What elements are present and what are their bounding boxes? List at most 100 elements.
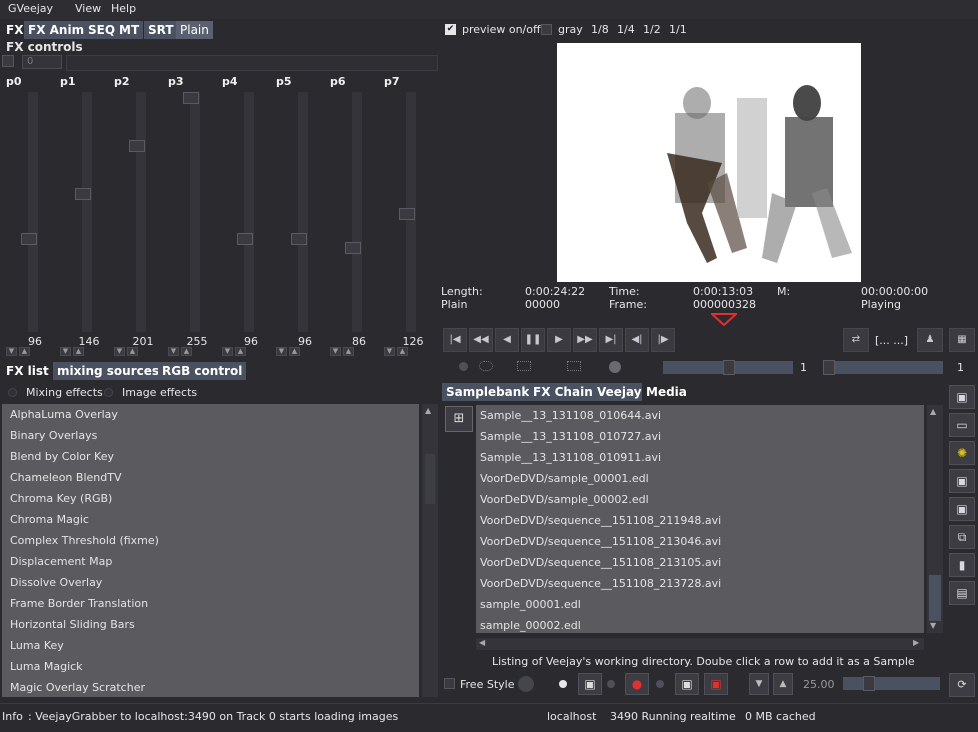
menu-help[interactable]: Help xyxy=(111,2,136,15)
refresh-icon[interactable]: ⟳ xyxy=(949,673,975,697)
fx-list-item[interactable]: Chroma Key (RGB) xyxy=(10,492,112,505)
fx-list-item[interactable]: Luma Magick xyxy=(10,660,83,673)
fps-up-button[interactable]: ▲ xyxy=(773,673,793,695)
pause-button[interactable]: ❚❚ xyxy=(521,328,545,352)
tab-fx-list[interactable]: FX list xyxy=(2,362,53,380)
media-list-item[interactable]: VoorDeDVD/sequence__151108_211948.avi xyxy=(480,514,721,527)
param-decrease-button-2[interactable]: ▼ xyxy=(114,347,125,356)
color-wheel-icon[interactable]: ✺ xyxy=(949,441,975,465)
preview-checkbox[interactable]: ✔ xyxy=(445,24,456,35)
param-increase-button-5[interactable]: ▲ xyxy=(289,347,300,356)
sample-import-icon[interactable]: ▣ xyxy=(949,497,975,521)
mixing-effects-radio[interactable] xyxy=(8,388,17,397)
param-slider-thumb-2[interactable] xyxy=(129,139,145,152)
tab-srt[interactable]: SRT xyxy=(144,21,178,39)
prev-frame-button[interactable]: ◀| xyxy=(625,328,649,352)
gray-checkbox[interactable] xyxy=(541,24,552,35)
scrollbar-thumb[interactable] xyxy=(425,454,435,504)
mode-radio-2[interactable] xyxy=(607,680,615,688)
loop-icon[interactable]: ⇄ xyxy=(843,328,869,352)
media-scrollbar-thumb[interactable] xyxy=(929,575,941,621)
menu-gveejay[interactable]: GVeejay xyxy=(8,2,53,15)
loop-pingpong-icon[interactable] xyxy=(517,361,531,371)
loop-none-radio[interactable] xyxy=(459,362,468,371)
media-list-item[interactable]: sample_00001.edl xyxy=(480,598,581,611)
mode-radio-3[interactable] xyxy=(656,680,664,688)
tab-veejay[interactable]: Veejay xyxy=(593,383,646,401)
fx-list-item[interactable]: Blend by Color Key xyxy=(10,450,114,463)
param-slider-thumb-1[interactable] xyxy=(75,187,91,200)
param-decrease-button-7[interactable]: ▼ xyxy=(384,347,395,356)
tab-samplebank[interactable]: Samplebank xyxy=(442,383,534,401)
media-list-item[interactable]: sample_00002.edl xyxy=(480,619,581,632)
media-list-item[interactable]: VoorDeDVD/sequence__151108_213105.avi xyxy=(480,556,721,569)
tab-fx-anim[interactable]: FX Anim xyxy=(24,21,89,39)
free-style-checkbox[interactable] xyxy=(444,678,455,689)
record-red-icon[interactable]: ● xyxy=(625,673,649,695)
param-slider-thumb-5[interactable] xyxy=(291,233,307,246)
fps-down-button[interactable]: ▼ xyxy=(749,673,769,695)
media-hscrollbar[interactable]: ◀ ▶ xyxy=(476,638,924,650)
loop-normal-icon[interactable] xyxy=(479,361,493,371)
param-decrease-button-5[interactable]: ▼ xyxy=(276,347,287,356)
fast-rewind-button[interactable]: ◀◀ xyxy=(469,328,493,352)
media-list-item[interactable]: VoorDeDVD/sample_00002.edl xyxy=(480,493,649,506)
media-list-item[interactable]: Sample__13_131108_010911.avi xyxy=(480,451,661,464)
fps-slider-thumb[interactable] xyxy=(863,676,875,691)
media-list-item[interactable]: Sample__13_131108_010644.avi xyxy=(480,409,661,422)
scroll-up-icon[interactable]: ▲ xyxy=(425,406,431,415)
menu-view[interactable]: View xyxy=(75,2,101,15)
mode-radio-1[interactable] xyxy=(559,680,567,688)
tab-mixing-sources[interactable]: mixing sources xyxy=(53,362,164,380)
fx-list-item[interactable]: Chameleon BlendTV xyxy=(10,471,121,484)
param-slider-thumb-4[interactable] xyxy=(237,233,253,246)
bin-icon[interactable]: ▮ xyxy=(949,553,975,577)
fx-list-scrollbar[interactable]: ▲ xyxy=(422,404,438,697)
camera-icon[interactable]: ▦ xyxy=(949,328,975,352)
fx-list-item[interactable]: Luma Key xyxy=(10,639,64,652)
reverse-button[interactable]: ◀ xyxy=(495,328,519,352)
param-increase-button-4[interactable]: ▲ xyxy=(235,347,246,356)
param-slider-thumb-6[interactable] xyxy=(345,242,361,255)
goto-start-button[interactable]: |◀ xyxy=(443,328,467,352)
record-icon[interactable]: ♟ xyxy=(917,328,943,352)
param-decrease-button-6[interactable]: ▼ xyxy=(330,347,341,356)
param-increase-button-1[interactable]: ▲ xyxy=(73,347,84,356)
media-list-item[interactable]: VoorDeDVD/sample_00001.edl xyxy=(480,472,649,485)
param-increase-button-3[interactable]: ▲ xyxy=(181,347,192,356)
sound-icon[interactable] xyxy=(609,361,621,373)
param-slider-1[interactable] xyxy=(82,92,92,332)
fx-list-item[interactable]: Frame Border Translation xyxy=(10,597,148,610)
fx-list-item[interactable]: Horizontal Sliding Bars xyxy=(10,618,135,631)
slow-slider-thumb[interactable] xyxy=(823,360,835,375)
fx-list-item[interactable]: Displacement Map xyxy=(10,555,112,568)
param-increase-button-2[interactable]: ▲ xyxy=(127,347,138,356)
fx-list-item[interactable]: AlphaLuma Overlay xyxy=(10,408,118,421)
param-slider-thumb-7[interactable] xyxy=(399,208,415,221)
param-slider-thumb-0[interactable] xyxy=(21,233,37,246)
loop-random-icon[interactable] xyxy=(567,361,581,371)
layout-icon[interactable]: ▤ xyxy=(949,581,975,605)
fx-spin-input[interactable]: 0 xyxy=(22,55,62,69)
tab-fx-chain[interactable]: FX Chain xyxy=(529,383,597,401)
slow-slider[interactable] xyxy=(823,360,943,375)
param-increase-button-6[interactable]: ▲ xyxy=(343,347,354,356)
param-slider-4[interactable] xyxy=(244,92,254,332)
param-increase-button-0[interactable]: ▲ xyxy=(19,347,30,356)
bracket-button[interactable]: [... ...] xyxy=(875,334,908,347)
tab-media[interactable]: Media xyxy=(642,383,691,401)
speed-slider-thumb[interactable] xyxy=(723,360,735,375)
fx-list-item[interactable]: Chroma Magic xyxy=(10,513,89,526)
position-marker-icon[interactable] xyxy=(711,313,737,326)
param-decrease-button-1[interactable]: ▼ xyxy=(60,347,71,356)
param-increase-button-7[interactable]: ▲ xyxy=(397,347,408,356)
param-slider-0[interactable] xyxy=(28,92,38,332)
stream-icon[interactable]: ▣ xyxy=(675,673,699,695)
tape-icon[interactable]: ▭ xyxy=(949,413,975,437)
media-list-item[interactable]: VoorDeDVD/sequence__151108_213046.avi xyxy=(480,535,721,548)
tab-plain[interactable]: Plain xyxy=(176,21,213,39)
gear-icon[interactable] xyxy=(518,676,534,692)
fps-slider[interactable] xyxy=(843,676,940,691)
add-sample-icon[interactable]: ⊞ xyxy=(445,406,473,432)
scale-1-4-button[interactable]: 1/4 xyxy=(617,23,635,36)
